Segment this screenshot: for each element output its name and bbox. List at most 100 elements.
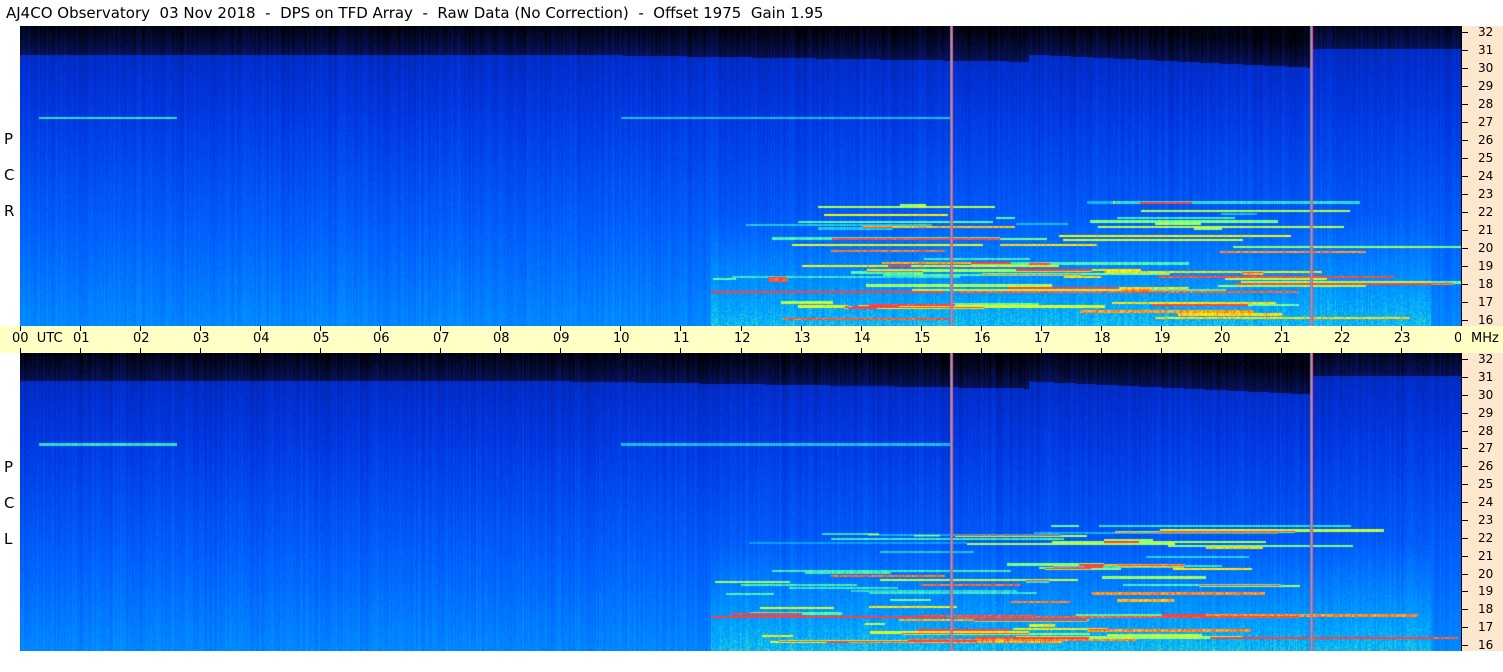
rcp-freq-tick [1462,302,1468,303]
rcp-freq-tick-label: 32 [1478,25,1494,39]
time-label: 06 [373,331,390,346]
time-tick [20,326,21,331]
time-label: 10 [613,331,630,346]
rcp-freq-tick [1462,32,1468,33]
time-label: 15 [914,331,931,346]
rcp-freq-tick-label: 17 [1478,295,1494,309]
rcp-freq-tick-label: 24 [1478,169,1494,183]
rcp-freq-tick-label: 25 [1478,151,1494,165]
time-label: 02 [133,331,150,346]
lcp-freq-tick [1462,377,1468,378]
rcp-freq-tick [1462,212,1468,213]
lcp-freq-tick [1462,431,1468,432]
lcp-spectrogram-canvas [20,353,1461,651]
rcp-spectrogram-canvas [20,26,1461,326]
rcp-spectrogram [20,26,1461,326]
rcp-frequency-axis: 16 17 18 19 20 21 22 23 24 25 26 27 28 29 30 31 32 [1461,26,1503,326]
lcp-freq-tick-label: 23 [1478,513,1494,527]
lcp-freq-tick [1462,627,1468,628]
lcp-freq-tick-label: 22 [1478,531,1494,545]
lcp-freq-tick-label: 26 [1478,459,1494,473]
lcp-freq-tick [1462,591,1468,592]
time-label: 12 [734,331,751,346]
time-label: 17 [1034,331,1051,346]
rcp-freq-tick [1462,140,1468,141]
lcp-freq-tick-label: 19 [1478,584,1494,598]
rcp-freq-tick [1462,158,1468,159]
lcp-freq-tick [1462,645,1468,646]
rcp-freq-tick-label: 21 [1478,223,1494,237]
lcp-freq-tick-label: 16 [1478,638,1494,652]
time-label: 21 [1274,331,1291,346]
lcp-freq-tick [1462,556,1468,557]
rcp-freq-tick-label: 19 [1478,259,1494,273]
rcp-freq-tick-label: 16 [1478,313,1494,327]
rcp-freq-tick-label: 22 [1478,205,1494,219]
rcp-freq-tick-label: 23 [1478,187,1494,201]
lcp-letter-p: P [4,458,14,476]
time-label: 16 [974,331,991,346]
rcp-freq-tick-label: 31 [1478,43,1494,57]
lcp-freq-tick [1462,359,1468,360]
lcp-freq-tick-label: 20 [1478,567,1494,581]
lcp-freq-tick-label: 30 [1478,388,1494,402]
rcp-freq-tick [1462,68,1468,69]
rcp-freq-tick [1462,266,1468,267]
lcp-freq-tick [1462,395,1468,396]
lcp-freq-tick [1462,484,1468,485]
time-label: 08 [493,331,510,346]
lcp-freq-tick [1462,520,1468,521]
lcp-freq-tick [1462,574,1468,575]
rcp-freq-tick [1462,194,1468,195]
rcp-freq-tick-label: 30 [1478,61,1494,75]
lcp-freq-tick [1462,413,1468,414]
lcp-freq-tick-label: 24 [1478,495,1494,509]
rcp-freq-tick-label: 28 [1478,97,1494,111]
time-label: 23 [1394,331,1411,346]
rcp-freq-tick-label: 27 [1478,115,1494,129]
lcp-freq-tick-label: 29 [1478,406,1494,420]
time-label: 04 [253,331,270,346]
lcp-freq-tick-label: 27 [1478,441,1494,455]
rcp-letter-c: C [4,166,15,184]
lcp-freq-tick-label: 28 [1478,424,1494,438]
lcp-letter-l: L [4,530,13,548]
lcp-freq-tick [1462,609,1468,610]
lcp-freq-tick-label: 32 [1478,352,1494,366]
lcp-freq-tick [1462,502,1468,503]
lcp-polarization-label: L C P [0,450,20,560]
time-label: 22 [1334,331,1351,346]
rcp-freq-tick-label: 26 [1478,133,1494,147]
rcp-freq-tick [1462,320,1468,321]
time-label: 09 [553,331,570,346]
time-label: 18 [1094,331,1111,346]
time-label: 07 [433,331,450,346]
time-label: 11 [673,331,690,346]
lcp-letter-c: C [4,494,15,512]
lcp-freq-tick-label: 21 [1478,549,1494,563]
time-label: 14 [854,331,871,346]
rcp-freq-tick [1462,284,1468,285]
chart-title: AJ4CO Observatory 03 Nov 2018 - DPS on T… [6,4,824,22]
time-label: 20 [1214,331,1231,346]
time-label: 03 [193,331,210,346]
lcp-freq-tick-label: 18 [1478,602,1494,616]
mhz-unit-label: MHz [1471,331,1499,346]
lcp-freq-tick [1462,538,1468,539]
rcp-polarization-label: R C P [0,120,20,230]
lcp-frequency-axis: 16 17 18 19 20 21 22 23 24 25 26 27 28 29 30 31 32 [1461,353,1503,651]
rcp-freq-tick [1462,122,1468,123]
lcp-freq-tick-label: 31 [1478,370,1494,384]
time-label: 01 [73,331,90,346]
rcp-freq-tick [1462,230,1468,231]
rcp-letter-r: R [4,202,15,220]
rcp-freq-tick [1462,86,1468,87]
utc-time-axis: 00 UTC 01 02 03 04 05 06 07 08 09 10 11 12 13 14 15 16 17… [0,326,1471,353]
lcp-freq-tick-label: 25 [1478,477,1494,491]
lcp-freq-tick [1462,466,1468,467]
lcp-freq-tick [1462,448,1468,449]
lcp-freq-tick-label: 17 [1478,620,1494,634]
time-label: 19 [1154,331,1171,346]
lcp-spectrogram [20,353,1461,651]
time-label: 05 [313,331,330,346]
